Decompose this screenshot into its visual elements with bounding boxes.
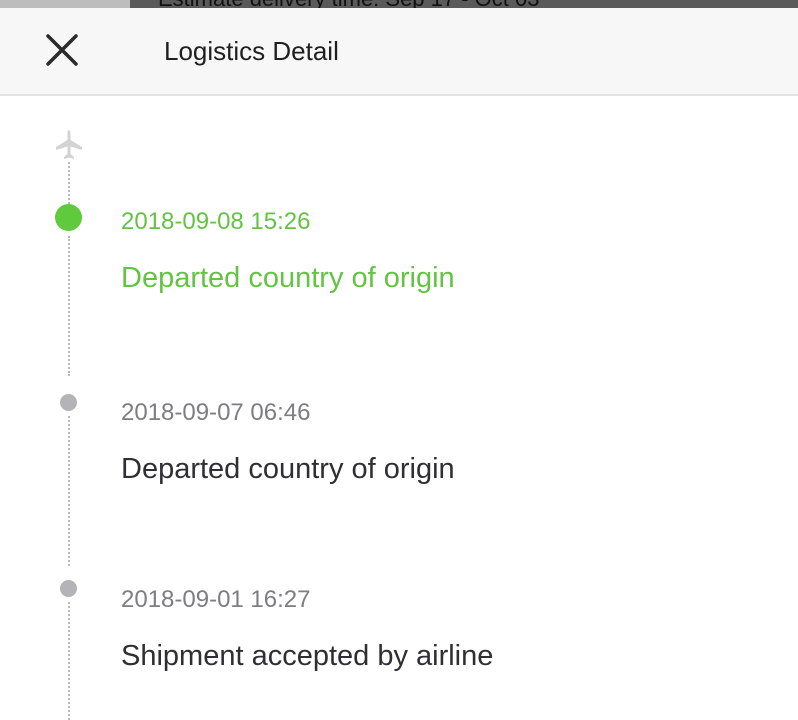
logistics-detail-page: Estimate delivery time: Sep 17 - Oct 03 … [0, 0, 798, 720]
event-description: Shipment accepted by airline [121, 640, 494, 672]
close-button[interactable] [38, 30, 86, 74]
timeline-connector [68, 236, 70, 376]
estimated-delivery-text: Estimate delivery time: Sep 17 - Oct 03 [158, 0, 540, 8]
page-title: Logistics Detail [164, 36, 339, 66]
airplane-icon [56, 130, 82, 159]
logistics-timeline: 2018-09-08 15:26 Departed country of ori… [0, 96, 798, 720]
timeline-dot [60, 394, 77, 411]
event-time: 2018-09-07 06:46 [121, 399, 311, 426]
timeline-dot [60, 580, 77, 597]
background-screen: Estimate delivery time: Sep 17 - Oct 03 [0, 0, 798, 8]
close-icon [46, 34, 78, 66]
timeline-connector [68, 602, 70, 720]
event-description: Departed country of origin [121, 453, 455, 485]
timeline-connector [68, 416, 70, 566]
timeline-dot-current [55, 204, 82, 231]
event-time: 2018-09-08 15:26 [121, 208, 311, 235]
background-thumbnail [0, 0, 130, 8]
event-time: 2018-09-01 16:27 [121, 586, 311, 613]
timeline-connector [68, 162, 70, 208]
header-bar: Logistics Detail [0, 8, 798, 96]
event-description: Departed country of origin [121, 262, 455, 294]
